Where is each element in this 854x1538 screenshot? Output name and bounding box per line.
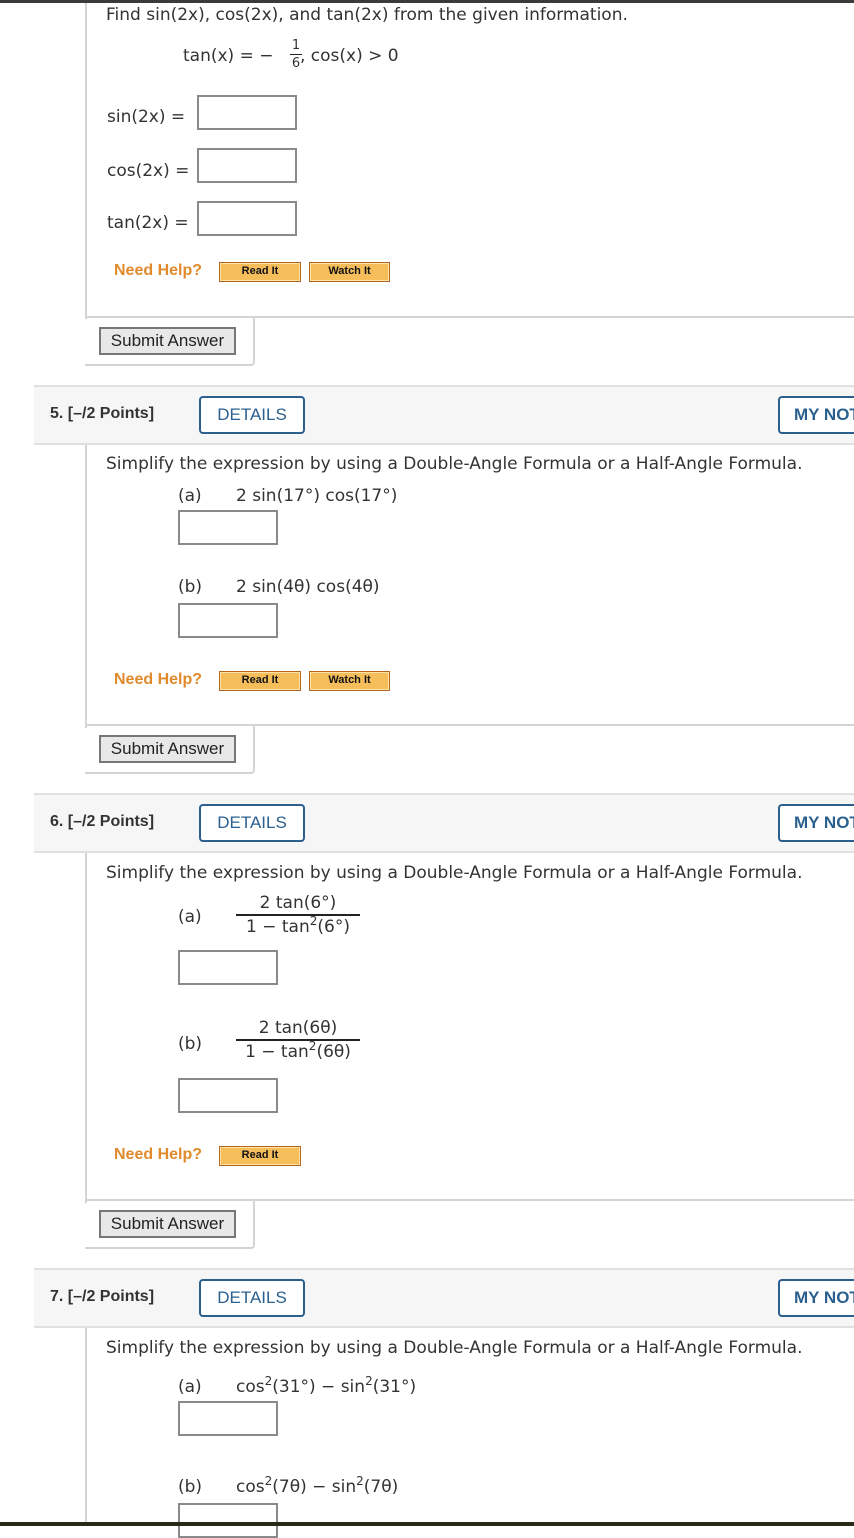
q4-given-rhs: , cos(x) > 0	[300, 46, 399, 66]
question-4-rail	[85, 3, 87, 319]
q4-cos2x-label: cos(2x) =	[107, 161, 190, 181]
q7-part-b-label: (b)	[178, 1477, 203, 1497]
q5-header: 5. [–/2 Points] DETAILS MY NOTES	[34, 385, 854, 445]
q6-details-button[interactable]: DETAILS	[199, 804, 305, 842]
window-bottom-edge	[0, 1522, 854, 1526]
divider	[255, 724, 854, 726]
q7-prompt: Simplify the expression by using a Doubl…	[106, 1338, 803, 1358]
q4-tan2x-input[interactable]	[197, 201, 297, 236]
exponent: 2	[365, 1374, 373, 1388]
q6-number-points: 6. [–/2 Points]	[50, 813, 155, 830]
q4-sin2x-input[interactable]	[197, 95, 297, 130]
q5-part-a-label: (a)	[178, 486, 202, 506]
q7-part-a-expression: cos2(31°) − sin2(31°)	[236, 1374, 417, 1397]
q6-part-a-input[interactable]	[178, 950, 278, 985]
expr-text: (7θ)	[363, 1477, 399, 1497]
q4-given-frac-num: 1	[291, 38, 301, 53]
q5-read-it-button[interactable]: Read It	[219, 671, 301, 691]
q7-part-a-input[interactable]	[178, 1401, 278, 1436]
q6-part-b-numerator: 2 tan(6θ)	[258, 1018, 338, 1038]
q4-watch-it-button[interactable]: Watch It	[309, 262, 390, 282]
q5-need-help-label: Need Help?	[114, 671, 203, 688]
den-text: (6θ)	[316, 1042, 351, 1062]
q5-prompt: Simplify the expression by using a Doubl…	[106, 454, 803, 474]
q4-submit-answer-button[interactable]: Submit Answer	[99, 327, 236, 355]
question-6-rail	[85, 853, 87, 1203]
q4-given-lhs: tan(x) = −	[183, 46, 274, 66]
q6-part-a-fraction: 2 tan(6°) 1 − tan2(6°)	[236, 893, 360, 937]
q7-my-notes-button[interactable]: MY NOTES	[778, 1279, 854, 1317]
expr-text: cos	[236, 1377, 265, 1397]
q7-number-points: 7. [–/2 Points]	[50, 1288, 155, 1305]
q7-header: 7. [–/2 Points] DETAILS MY NOTES	[34, 1268, 854, 1328]
expr-text: (7θ) − sin	[272, 1477, 357, 1497]
q7-part-b-input[interactable]	[178, 1503, 278, 1538]
q6-part-a-denominator: 1 − tan2(6°)	[236, 915, 360, 937]
q6-part-a-label: (a)	[178, 907, 202, 927]
q4-read-it-button[interactable]: Read It	[219, 262, 301, 282]
q5-part-b-input[interactable]	[178, 603, 278, 638]
q6-submit-area: Submit Answer	[85, 1199, 255, 1249]
q5-part-b-label: (b)	[178, 577, 203, 597]
q6-prompt: Simplify the expression by using a Doubl…	[106, 863, 803, 883]
q6-part-b-input[interactable]	[178, 1078, 278, 1113]
window-top-edge	[0, 0, 854, 3]
q6-my-notes-button[interactable]: MY NOTES	[778, 804, 854, 842]
q5-part-a-expression: 2 sin(17°) cos(17°)	[236, 486, 398, 506]
q4-cos2x-input[interactable]	[197, 148, 297, 183]
q5-number-points: 5. [–/2 Points]	[50, 405, 155, 422]
q6-part-b-denominator: 1 − tan2(6θ)	[236, 1040, 360, 1062]
q5-watch-it-button[interactable]: Watch It	[309, 671, 390, 691]
q6-part-b-fraction: 2 tan(6θ) 1 − tan2(6θ)	[236, 1018, 360, 1062]
q5-details-button[interactable]: DETAILS	[199, 396, 305, 434]
q4-prompt: Find sin(2x), cos(2x), and tan(2x) from …	[106, 5, 628, 25]
q4-given-frac-den: 6	[291, 56, 301, 71]
q4-need-help-label: Need Help?	[114, 262, 203, 279]
q5-submit-area: Submit Answer	[85, 724, 255, 774]
q5-submit-answer-button[interactable]: Submit Answer	[99, 735, 236, 763]
q5-part-a-input[interactable]	[178, 510, 278, 545]
den-text: 1 − tan	[246, 917, 310, 937]
q5-part-b-expression: 2 sin(4θ) cos(4θ)	[236, 577, 380, 597]
question-5-rail	[85, 445, 87, 728]
q7-part-b-expression: cos2(7θ) − sin2(7θ)	[236, 1474, 399, 1497]
den-text: 1 − tan	[245, 1042, 309, 1062]
expr-text: cos	[236, 1477, 265, 1497]
den-text: (6°)	[317, 917, 350, 937]
divider	[255, 1199, 854, 1201]
q4-submit-area: Submit Answer	[85, 316, 255, 366]
q7-part-a-label: (a)	[178, 1377, 202, 1397]
q6-part-a-numerator: 2 tan(6°)	[259, 893, 337, 913]
q6-need-help-label: Need Help?	[114, 1146, 203, 1163]
q5-my-notes-button[interactable]: MY NOTES	[778, 396, 854, 434]
expr-text: (31°)	[372, 1377, 417, 1397]
question-7-rail	[85, 1328, 87, 1524]
q4-sin2x-label: sin(2x) =	[107, 107, 186, 127]
q6-part-b-label: (b)	[178, 1034, 203, 1054]
q7-details-button[interactable]: DETAILS	[199, 1279, 305, 1317]
q6-submit-answer-button[interactable]: Submit Answer	[99, 1210, 236, 1238]
expr-text: (31°) − sin	[272, 1377, 366, 1397]
exponent: 2	[356, 1474, 364, 1488]
q6-read-it-button[interactable]: Read It	[219, 1146, 301, 1166]
divider	[255, 316, 854, 318]
q6-header: 6. [–/2 Points] DETAILS MY NOTES	[34, 793, 854, 853]
q4-tan2x-label: tan(2x) =	[107, 213, 189, 233]
